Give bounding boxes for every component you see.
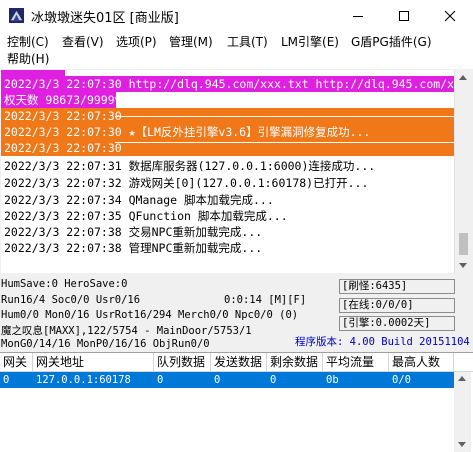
engine-days-box: [引擎:0.0002天]	[339, 316, 455, 331]
table-row[interactable]: 0 127.0.0.1:60178 0 0 0 0b 0/0	[0, 372, 454, 388]
log-line: 2022/3/3 22:07:30	[4, 109, 122, 123]
refresh-monster-box: [刷怪:6435]	[339, 279, 455, 294]
log-rule	[115, 116, 454, 117]
scroll-down-icon[interactable]	[458, 442, 466, 447]
map-status: 魔之叹息[MAXX],122/5754 - MainDoor/5753/1	[1, 325, 252, 337]
col-header-filler	[454, 353, 473, 372]
menu-lm-engine[interactable]: LM引擎(E)	[281, 34, 339, 51]
title-bar: 冰墩墩迷失01区 [商业版]	[0, 0, 473, 31]
menu-g-shield-plugin[interactable]: G盾PG插件(G)	[351, 34, 432, 51]
table-cell: 0b	[326, 374, 339, 386]
menu-control[interactable]: 控制(C)	[7, 34, 49, 51]
log-line: 2022/3/3 22:07:34 QManage 脚本加载完成...	[4, 193, 274, 207]
col-header-max-users[interactable]: 最高人数	[389, 353, 454, 372]
menu-tools[interactable]: 工具(T)	[227, 34, 268, 51]
col-header-gate[interactable]: 网关	[0, 353, 33, 372]
maximize-button[interactable]	[381, 0, 427, 31]
monster-status: MonG0/14/16 MonP0/16/16 ObjRun0/0	[1, 338, 210, 350]
scroll-up-icon[interactable]	[458, 376, 466, 381]
table-cell: 0	[270, 374, 277, 386]
server-log[interactable]: 2022/3/3 22:07:30 http://dlq.945.com/xxx…	[1, 70, 454, 273]
log-line: 权天数 98673/99999	[4, 93, 122, 107]
scroll-up-icon[interactable]	[459, 75, 467, 80]
run-status: Run16/4 Soc0/0 Usr0/16	[1, 294, 141, 306]
minimize-button[interactable]	[335, 0, 381, 31]
close-button[interactable]	[427, 0, 473, 31]
col-header-gate-address[interactable]: 网关地址	[33, 353, 154, 372]
save-status: HumSave:0 HeroSave:0	[1, 278, 128, 290]
menu-bar: 控制(C) 查看(V) 选项(P) 管理(M) 工具(T) LM引擎(E) G盾…	[0, 31, 473, 69]
menu-manage[interactable]: 管理(M)	[169, 34, 213, 51]
log-scrollbar[interactable]	[454, 70, 472, 273]
table-cell: 0/0	[392, 374, 411, 386]
close-icon	[444, 10, 456, 21]
table-cell: 127.0.0.1:60178	[36, 374, 131, 386]
app-icon	[9, 8, 24, 23]
col-header-sent-data[interactable]: 发送数据	[211, 353, 267, 372]
log-line: 2022/3/3 22:07:38 交易NPC重新加载完成...	[4, 225, 263, 239]
menu-help[interactable]: 帮助(H)	[7, 51, 49, 68]
uptime: 0:0:14 [M][F]	[224, 294, 307, 306]
scroll-down-icon[interactable]	[459, 263, 467, 268]
log-line: 2022/3/3 22:07:38 管理NPC重新加载完成...	[4, 241, 263, 255]
minimize-icon	[353, 15, 363, 17]
col-header-avg-traffic[interactable]: 平均流量	[323, 353, 389, 372]
online-count-box: [在线:0/0/0]	[339, 298, 455, 313]
table-cell: 0	[157, 374, 164, 386]
log-line: 2022/3/3 22:07:35 QFunction 脚本加载完成...	[4, 209, 288, 223]
log-rule	[115, 142, 454, 143]
col-header-remaining-data[interactable]: 剩余数据	[267, 353, 323, 372]
table-cell: 0	[214, 374, 221, 386]
table-scrollbar[interactable]	[454, 372, 471, 452]
log-line: 2022/3/3 22:07:31 数据库服务器(127.0.0.1:6000)…	[4, 159, 376, 173]
object-counts: Hum0/0 Mon0/16 UsrRot16/294 Merch0/0 Npc…	[1, 309, 299, 321]
menu-options[interactable]: 选项(P)	[116, 34, 157, 51]
menu-view[interactable]: 查看(V)	[62, 34, 104, 51]
status-panel: HumSave:0 HeroSave:0 Run16/4 Soc0/0 Usr0…	[0, 274, 473, 350]
col-header-queue-data[interactable]: 队列数据	[154, 353, 211, 372]
scrollbar-thumb[interactable]	[459, 233, 468, 255]
log-line: 2022/3/3 22:07:30 http://dlq.945.com/xxx…	[4, 77, 454, 91]
gate-table[interactable]: 网关 网关地址 队列数据 发送数据 剩余数据 平均流量 最高人数 0 127.0…	[0, 352, 473, 452]
table-cell: 0	[3, 374, 10, 386]
log-line: 2022/3/3 22:07:32 游戏网关[0](127.0.0.1:6017…	[4, 176, 369, 190]
window-title: 冰墩墩迷失01区 [商业版]	[31, 11, 179, 26]
maximize-icon	[399, 10, 409, 21]
log-line: 2022/3/3 22:07:30 ★【LM反外挂引擎v3.6】引擎漏洞修复成功…	[4, 125, 371, 139]
log-line: 2022/3/3 22:07:30	[4, 141, 122, 155]
program-version: 程序版本: 4.00 Build 20151104	[295, 336, 470, 348]
